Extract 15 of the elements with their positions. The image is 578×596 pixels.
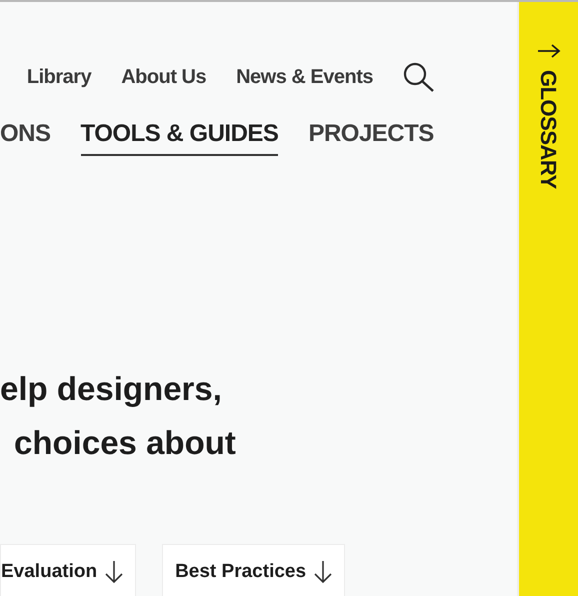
main-nav-tab[interactable]: PROJECTS [308, 116, 434, 156]
search-icon[interactable] [403, 62, 435, 92]
headline-text: elp designers, [0, 369, 223, 409]
right-arrow-icon [536, 44, 560, 58]
main-nav-tab[interactable]: ONS [0, 116, 51, 156]
nav-link[interactable]: About Us [121, 62, 206, 92]
section-link-button[interactable]: Best Practices [162, 544, 346, 596]
main-nav-tab[interactable]: TOOLS & GUIDES [80, 116, 278, 156]
down-arrow-icon [105, 560, 124, 584]
headline-text: choices about [13, 423, 237, 463]
nav-link[interactable]: Library [26, 62, 92, 92]
section-link-button[interactable]: Evaluation [0, 544, 136, 596]
down-arrow-icon [314, 560, 332, 584]
glossary-tab[interactable]: GLOSSARY [532, 70, 565, 189]
nav-link[interactable]: News & Events [236, 62, 373, 92]
